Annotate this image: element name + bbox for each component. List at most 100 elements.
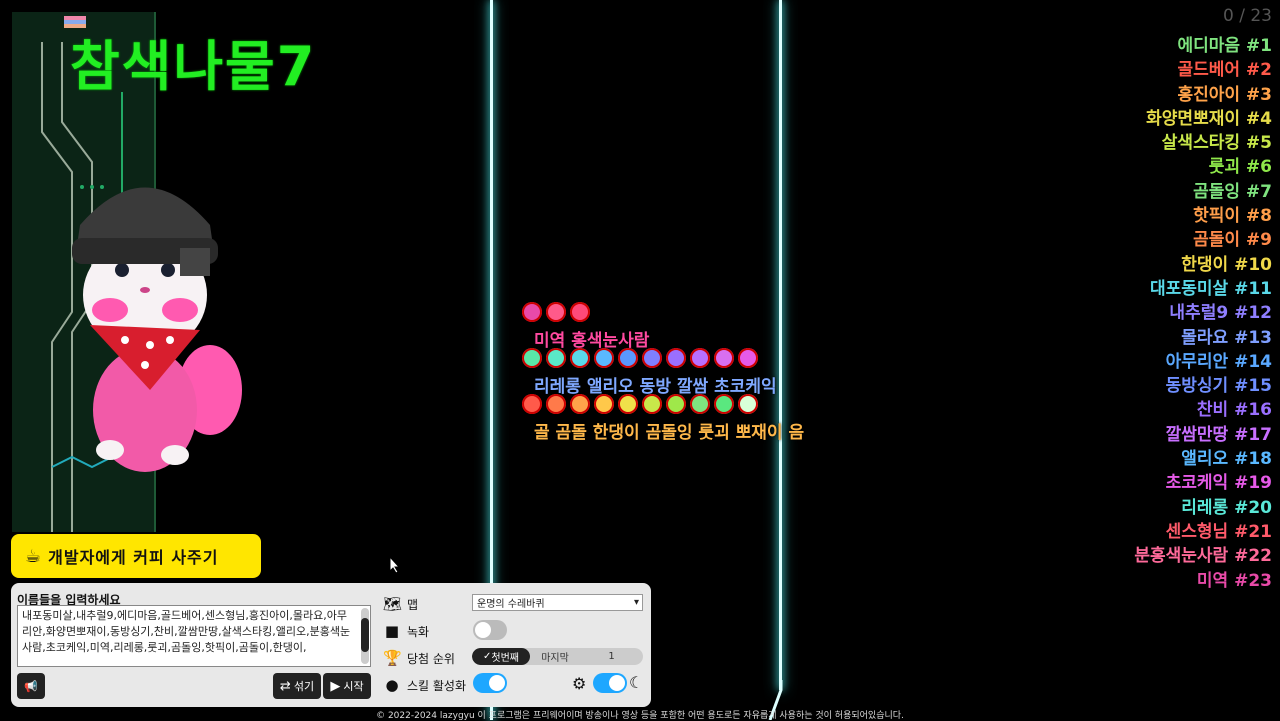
mascot-squirrel-image xyxy=(50,150,250,480)
coffee-cup-icon: ☕ xyxy=(25,545,43,567)
video-camera-icon: ■ xyxy=(384,622,400,640)
theme-toggle-knob xyxy=(609,675,625,691)
marble xyxy=(666,394,686,414)
map-select[interactable]: 운명의 수레바퀴 ▾ xyxy=(472,594,643,611)
map-option-row: 🗺 맵 xyxy=(383,595,418,613)
shuffle-label: 섞기 xyxy=(293,680,315,693)
names-textarea[interactable]: 내포동미살,내추럴9,에디마음,골드베어,센스형님,홍진아이,몰라요,아무리안,… xyxy=(17,605,371,667)
ranking-item: 살색스타킹 #5 xyxy=(1161,133,1272,154)
marble xyxy=(690,394,710,414)
marble-name-label: 골 곰돌 한댕이 곰돌잉 룻괴 뽀재이 음 xyxy=(534,423,805,443)
bomb-icon: ● xyxy=(385,676,399,694)
marble-name-label: 리레롱 앨리오 동방 깔쌈 초코케익 xyxy=(534,377,777,397)
marble xyxy=(522,394,542,414)
mouse-cursor-icon xyxy=(389,556,401,574)
ranking-item: 몰라요 #13 xyxy=(1181,327,1272,348)
names-scrollbar-thumb[interactable] xyxy=(361,618,369,652)
winner-first-label: 첫번째 xyxy=(491,653,519,664)
winner-last-label: 마지막 xyxy=(541,653,569,664)
winner-last-option[interactable]: 마지막 xyxy=(530,648,580,665)
record-toggle-knob xyxy=(475,622,491,638)
map-select-value: 운명의 수레바퀴 xyxy=(477,599,545,610)
marble xyxy=(546,348,566,368)
buy-coffee-button[interactable]: ☕ 개발자에게 커피 사주기 xyxy=(11,534,261,578)
ranking-item: 센스형님 #21 xyxy=(1165,521,1272,542)
marble xyxy=(618,348,638,368)
marble xyxy=(714,348,734,368)
winner-count-value: 1 xyxy=(608,651,615,662)
marble xyxy=(738,394,758,414)
ranking-item: 리레롱 #20 xyxy=(1181,497,1272,518)
megaphone-icon: 📢 xyxy=(24,679,38,693)
winner-label: 당첨 순위 xyxy=(407,651,455,666)
ranking-item: 미역 #23 xyxy=(1196,570,1272,591)
ranking-item: 분홍색눈사람 #22 xyxy=(1134,546,1272,567)
start-label: 시작 xyxy=(343,680,364,693)
winner-rank-selector: ✓ 첫번째 마지막 1 xyxy=(472,648,643,665)
ranking-item: 화양면뽀재이 #4 xyxy=(1146,108,1272,129)
ranking-item: 내추럴9 #12 xyxy=(1169,303,1272,324)
record-label: 녹화 xyxy=(407,624,430,639)
moon-icon: ☾ xyxy=(629,673,644,692)
marble xyxy=(666,348,686,368)
map-icon: 🗺 xyxy=(383,595,403,613)
marble xyxy=(642,348,662,368)
gear-icon[interactable]: ⚙ xyxy=(572,674,586,693)
skill-toggle-knob xyxy=(489,675,505,691)
buy-coffee-label: 개발자에게 커피 사주기 xyxy=(48,548,219,567)
ranking-item: 대포동미살 #11 xyxy=(1149,278,1272,299)
marble xyxy=(522,348,542,368)
skill-option-row: ● 스킬 활성화 xyxy=(383,676,466,694)
marble xyxy=(714,394,734,414)
marble xyxy=(546,302,566,322)
theme-toggle[interactable] xyxy=(593,673,627,693)
ranking-item: 앨리오 #18 xyxy=(1181,449,1272,470)
winner-count-input[interactable]: 1 xyxy=(580,648,643,665)
shuffle-button[interactable]: ⇄ 섞기 xyxy=(273,673,321,699)
map-label: 맵 xyxy=(407,597,419,612)
skill-toggle[interactable] xyxy=(473,673,507,693)
marble-name-label: 미역 홍색눈사람 xyxy=(534,331,650,351)
footer-copyright: © 2022-2024 lazygyu 이 프로그램은 프리웨어이며 방송이나 … xyxy=(376,711,904,721)
ranking-list: 에디마음 #1 골드베어 #2 홍진아이 #3 화양면뽀재이 #4 살색스타킹 #5 룻괴… xyxy=(1134,34,1272,593)
ranking-item: 핫픽이 #8 xyxy=(1193,206,1272,227)
marble xyxy=(690,348,710,368)
ranking-item: 골드베어 #2 xyxy=(1177,60,1272,81)
ranking-item: 아무리안 #14 xyxy=(1165,351,1272,372)
marble xyxy=(618,394,638,414)
ranking-item: 깔쌈만땅 #17 xyxy=(1165,424,1272,445)
stream-overlay-title: 참색나물7 xyxy=(70,35,317,98)
winner-first-option[interactable]: ✓ 첫번째 xyxy=(472,648,530,665)
chevron-down-icon: ▾ xyxy=(633,597,639,608)
ranking-item: 초코케익 #19 xyxy=(1165,473,1272,494)
marble xyxy=(546,394,566,414)
record-toggle[interactable] xyxy=(473,620,507,640)
record-option-row: ■ 녹화 xyxy=(383,622,429,640)
marble xyxy=(594,394,614,414)
marble xyxy=(738,348,758,368)
finish-counter: 0 / 23 xyxy=(1223,6,1272,26)
shuffle-icon: ⇄ xyxy=(279,678,291,694)
marble-cluster: 미역 홍색눈사람리레롱 앨리오 동방 깔쌈 초코케익골 곰돌 한댕이 곰돌잉 룻… xyxy=(520,300,840,450)
marble xyxy=(522,302,542,322)
control-panel: 이름들을 입력하세요 내포동미살,내추럴9,에디마음,골드베어,센스형님,홍진아… xyxy=(11,583,651,707)
announce-button[interactable]: 📢 xyxy=(17,673,45,699)
play-icon: ▶ xyxy=(330,678,341,694)
ranking-item: 한댕이 #10 xyxy=(1181,254,1272,275)
check-icon: ✓ xyxy=(483,651,492,662)
marble xyxy=(642,394,662,414)
ranking-item: 룻괴 #6 xyxy=(1208,157,1272,178)
ranking-item: 찬비 #16 xyxy=(1196,400,1272,421)
names-textarea-value: 내포동미살,내추럴9,에디마음,골드베어,센스형님,홍진아이,몰라요,아무리안,… xyxy=(22,609,351,654)
marble xyxy=(570,394,590,414)
ranking-item: 홍진아이 #3 xyxy=(1177,84,1272,105)
marble xyxy=(570,348,590,368)
ranking-item: 곰돌잉 #7 xyxy=(1193,181,1272,202)
ranking-item: 에디마음 #1 xyxy=(1177,36,1272,56)
trophy-icon: 🏆 xyxy=(383,649,402,667)
marble xyxy=(594,348,614,368)
start-button[interactable]: ▶ 시작 xyxy=(323,673,371,699)
ranking-item: 동방싱기 #15 xyxy=(1165,376,1272,397)
marble xyxy=(570,302,590,322)
skill-label: 스킬 활성화 xyxy=(407,678,467,693)
